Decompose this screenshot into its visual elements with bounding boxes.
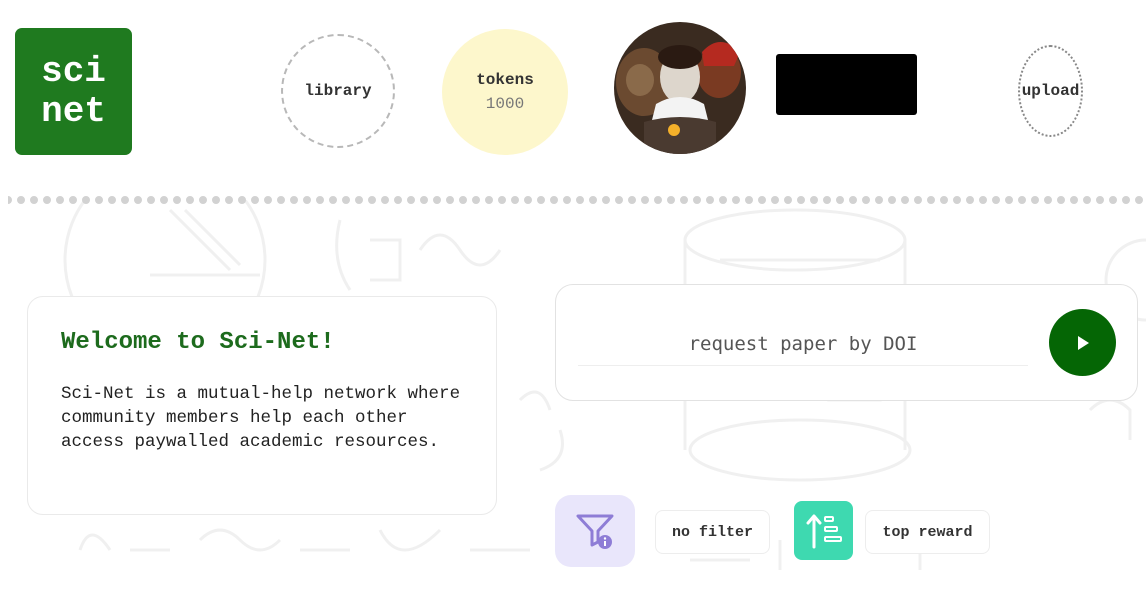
library-label: library xyxy=(304,82,372,100)
play-icon xyxy=(1077,335,1089,350)
filter-button[interactable] xyxy=(555,495,635,567)
sort-button[interactable] xyxy=(794,501,853,560)
sort-status-chip[interactable]: top reward xyxy=(865,510,990,554)
filter-label: no filter xyxy=(671,523,753,541)
welcome-title: Welcome to Sci-Net! xyxy=(61,329,335,356)
sort-ascending-icon xyxy=(806,514,842,548)
request-paper-panel xyxy=(555,284,1138,401)
logo-line-1: sci xyxy=(41,50,106,92)
upload-button[interactable]: upload xyxy=(1018,45,1083,137)
avatar-painting-image xyxy=(614,22,746,154)
tokens-button[interactable]: tokens 1000 xyxy=(442,29,568,155)
sci-net-logo[interactable]: sci net xyxy=(15,28,132,155)
dotted-divider xyxy=(8,196,1146,204)
redacted-box xyxy=(776,54,917,115)
library-button[interactable]: library xyxy=(281,34,395,148)
filter-info-icon xyxy=(576,514,614,549)
doi-request-input[interactable] xyxy=(578,323,1028,366)
user-avatar[interactable] xyxy=(614,22,746,154)
sort-label: top reward xyxy=(882,523,973,541)
tokens-count: 1000 xyxy=(485,95,525,113)
logo-line-2: net xyxy=(41,90,106,132)
upload-label: upload xyxy=(1021,82,1080,100)
welcome-card: Welcome to Sci-Net! Sci-Net is a mutual-… xyxy=(27,296,497,515)
welcome-description: Sci-Net is a mutual-help network where c… xyxy=(61,384,461,452)
submit-request-button[interactable] xyxy=(1049,309,1116,376)
filter-status-chip[interactable]: no filter xyxy=(655,510,770,554)
tokens-label: tokens xyxy=(476,71,534,89)
